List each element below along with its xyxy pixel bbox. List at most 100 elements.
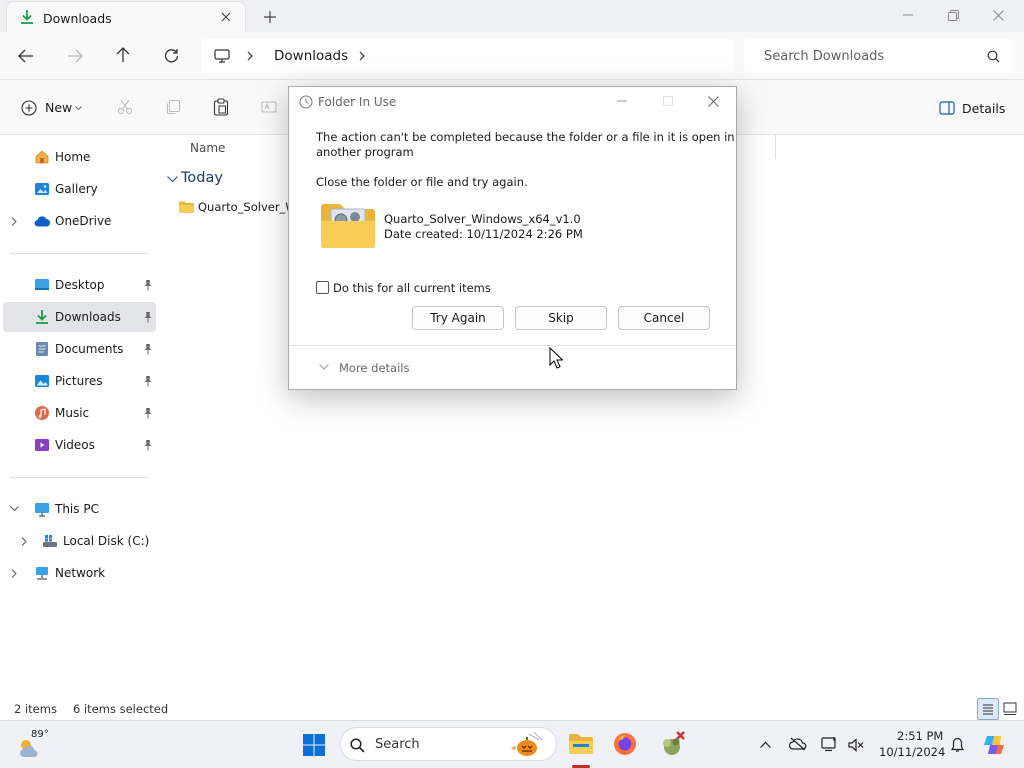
- details-label: Details: [962, 101, 1006, 116]
- pin-icon[interactable]: [143, 407, 153, 419]
- sidebar-item-pictures[interactable]: Pictures: [3, 366, 156, 396]
- refresh-icon[interactable]: [162, 46, 180, 64]
- more-details-link[interactable]: More details: [339, 361, 409, 375]
- sidebar-item-gallery[interactable]: Gallery: [3, 174, 156, 204]
- back-arrow-icon[interactable]: [17, 47, 35, 65]
- notification-bell-icon[interactable]: [947, 735, 967, 755]
- music-icon: [33, 404, 51, 422]
- disk-drive-icon: [41, 532, 59, 550]
- status-bar: 2 items 6 items selected: [0, 698, 1024, 720]
- file-explorer-taskbar-icon[interactable]: [566, 730, 596, 758]
- search-icon[interactable]: [985, 48, 1001, 64]
- gallery-icon: [33, 180, 51, 198]
- chevron-right-icon[interactable]: [19, 536, 29, 546]
- details-pane-icon: [938, 100, 956, 116]
- sidebar-item-label: Music: [55, 406, 90, 420]
- pin-icon[interactable]: [143, 311, 153, 323]
- dialog-close-button[interactable]: [704, 93, 722, 109]
- tab-downloads[interactable]: Downloads: [6, 1, 246, 32]
- sidebar-item-desktop[interactable]: Desktop: [3, 270, 156, 300]
- chevron-up-icon[interactable]: [757, 736, 773, 752]
- pin-icon[interactable]: [143, 439, 153, 451]
- list-item[interactable]: Quarto_Solver_W: [174, 196, 297, 218]
- app-with-badge-icon[interactable]: [656, 728, 688, 760]
- chevron-right-icon[interactable]: [357, 50, 367, 62]
- tiles-view-button[interactable]: [1001, 700, 1019, 718]
- rename-icon[interactable]: [260, 98, 278, 116]
- nav-divider: [10, 477, 148, 478]
- sidebar-item-network[interactable]: Network: [3, 558, 156, 588]
- sidebar-item-documents[interactable]: Documents: [3, 334, 156, 364]
- cut-icon[interactable]: [116, 98, 134, 116]
- sidebar-item-thispc[interactable]: This PC: [3, 494, 156, 524]
- clock-time[interactable]: 2:51 PM: [897, 729, 943, 743]
- sidebar-item-localdisk[interactable]: Local Disk (C:): [3, 526, 156, 556]
- chevron-down-icon[interactable]: [318, 363, 330, 371]
- new-button[interactable]: New: [16, 94, 88, 122]
- cloud-offline-icon[interactable]: [788, 734, 808, 754]
- start-windows-icon[interactable]: [301, 732, 327, 758]
- videos-icon: [33, 436, 51, 454]
- pin-icon[interactable]: [143, 343, 153, 355]
- monitor-icon: [213, 48, 231, 64]
- home-icon: [33, 148, 51, 166]
- conflict-item-date: Date created: 10/11/2024 2:26 PM: [384, 227, 583, 241]
- desktop-icon: [33, 276, 51, 294]
- sidebar-item-label: Local Disk (C:): [63, 534, 150, 548]
- details-view-button[interactable]: [977, 698, 999, 720]
- breadcrumb-downloads[interactable]: Downloads: [274, 48, 348, 64]
- firefox-icon[interactable]: [611, 730, 639, 758]
- address-box[interactable]: Downloads: [201, 39, 733, 73]
- chevron-down-icon[interactable]: [166, 174, 178, 184]
- try-again-button[interactable]: Try Again: [412, 306, 504, 330]
- chevron-down-icon[interactable]: [9, 504, 19, 514]
- close-tab-icon[interactable]: [219, 10, 233, 24]
- copilot-icon[interactable]: [980, 731, 1008, 759]
- dialog-maximize-button[interactable]: [659, 93, 677, 109]
- display-icon[interactable]: [820, 734, 840, 754]
- weather-widget[interactable]: 89°: [16, 727, 76, 763]
- paste-icon[interactable]: [212, 97, 230, 117]
- search-input[interactable]: Search Downloads: [744, 39, 1012, 73]
- up-arrow-icon[interactable]: [114, 46, 132, 64]
- sidebar-item-label: Network: [55, 566, 106, 580]
- speaker-muted-icon[interactable]: [846, 735, 866, 755]
- pin-icon[interactable]: [143, 279, 153, 291]
- column-divider[interactable]: [775, 135, 776, 159]
- sidebar-item-home[interactable]: Home: [3, 142, 156, 172]
- forward-arrow-icon[interactable]: [66, 47, 84, 65]
- sidebar-item-onedrive[interactable]: OneDrive: [3, 206, 156, 236]
- pin-icon[interactable]: [143, 375, 153, 387]
- weather-icon: [18, 737, 42, 759]
- sidebar-item-videos[interactable]: Videos: [3, 430, 156, 460]
- sidebar-item-label: Documents: [55, 342, 124, 356]
- copy-icon[interactable]: [164, 98, 182, 116]
- taskbar: 89° Search 2:51 PM 10/11/2024: [0, 720, 1024, 768]
- chevron-right-icon: [245, 50, 255, 62]
- conflict-item-name: Quarto_Solver_Windows_x64_v1.0: [384, 212, 581, 226]
- group-header-today[interactable]: Today: [181, 170, 223, 186]
- restore-button[interactable]: [943, 6, 963, 24]
- sidebar-item-music[interactable]: Music: [3, 398, 156, 428]
- skip-button[interactable]: Skip: [515, 306, 607, 330]
- sidebar-item-label: Desktop: [55, 278, 105, 292]
- new-tab-button[interactable]: [262, 9, 278, 25]
- clock-date[interactable]: 10/11/2024: [879, 745, 945, 759]
- apply-all-label[interactable]: Do this for all current items: [333, 281, 491, 295]
- chevron-right-icon[interactable]: [9, 568, 19, 578]
- search-placeholder: Search Downloads: [764, 49, 885, 64]
- folder-in-use-dialog: Folder In Use The action can't be comple…: [288, 86, 737, 390]
- sidebar-item-downloads[interactable]: Downloads: [3, 302, 156, 332]
- new-label: New: [45, 100, 73, 115]
- item-count: 2 items: [14, 702, 57, 716]
- details-button[interactable]: Details: [932, 94, 1006, 122]
- cancel-button[interactable]: Cancel: [618, 306, 710, 330]
- taskbar-search[interactable]: Search: [340, 727, 557, 761]
- dialog-minimize-button[interactable]: [613, 93, 631, 109]
- apply-all-checkbox[interactable]: [316, 281, 329, 294]
- pumpkin-icon: [507, 730, 547, 758]
- close-window-button[interactable]: [988, 6, 1008, 24]
- chevron-right-icon[interactable]: [9, 216, 19, 226]
- column-header-name[interactable]: Name: [190, 141, 225, 155]
- minimize-button[interactable]: [898, 6, 918, 24]
